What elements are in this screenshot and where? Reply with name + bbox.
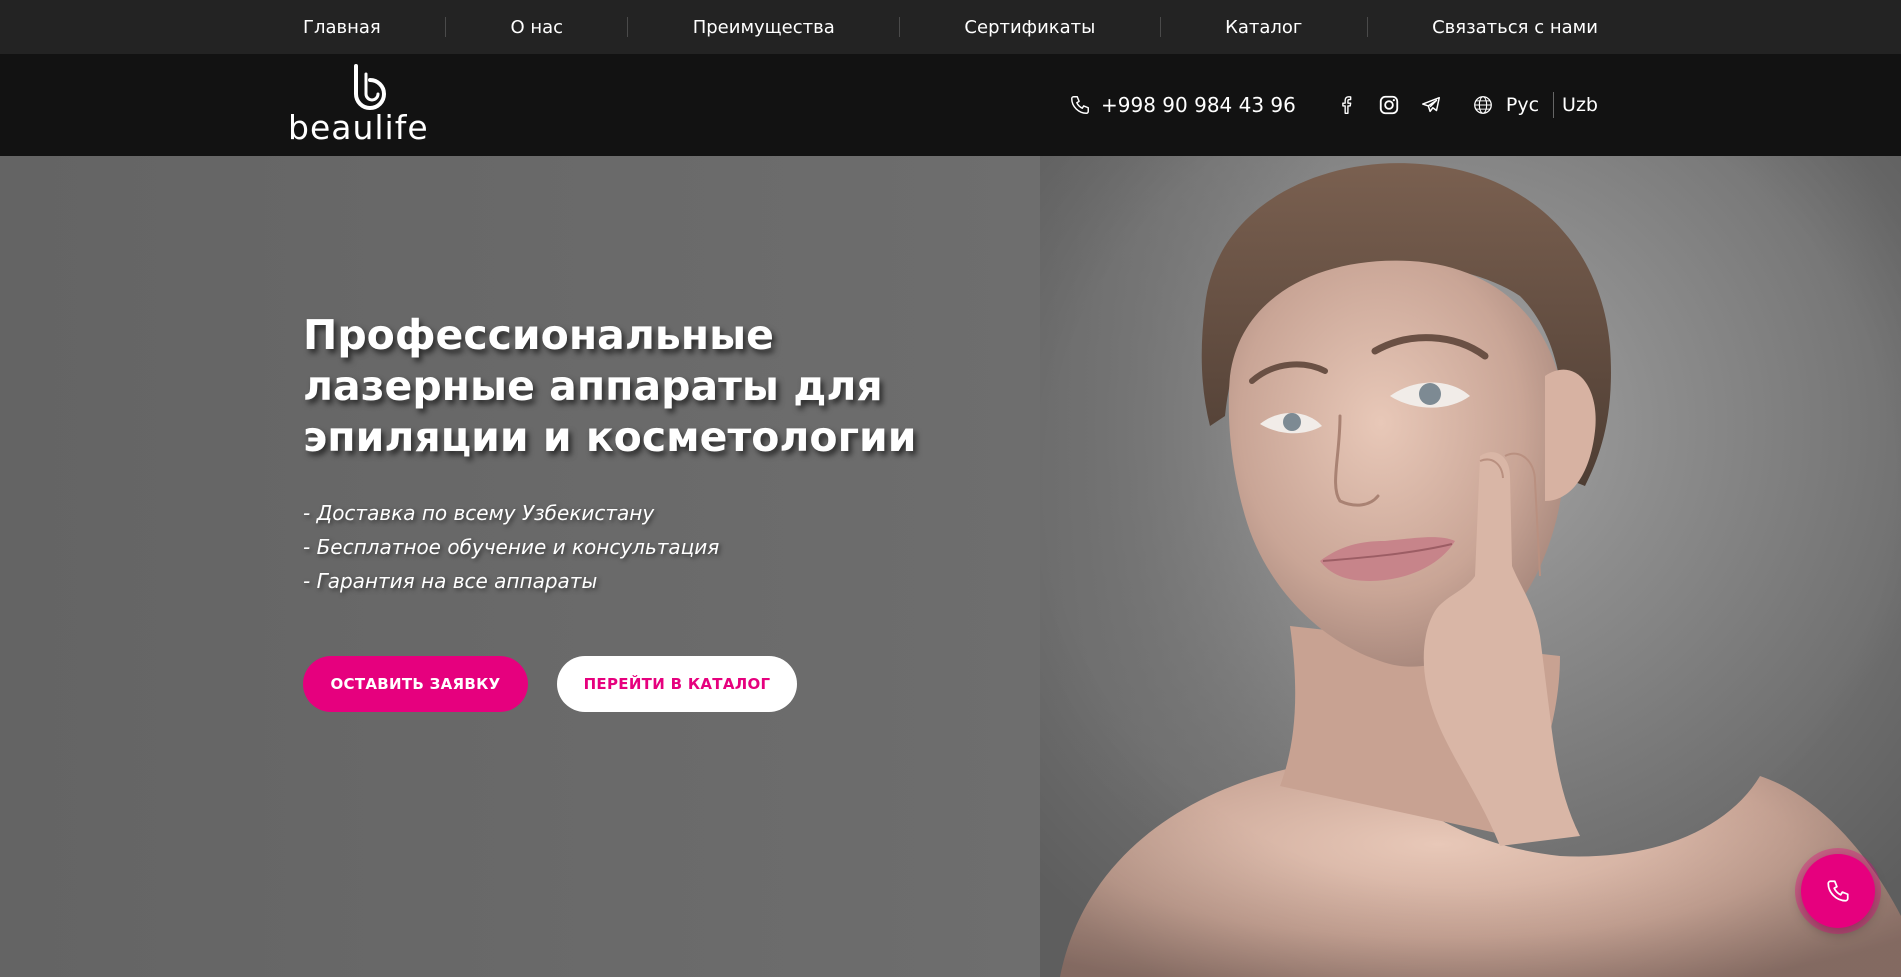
hero-portrait-image — [1040, 156, 1901, 977]
nav-divider — [445, 17, 447, 37]
nav-item-about[interactable]: О нас — [510, 17, 563, 38]
nav-divider — [1366, 17, 1368, 37]
nav-divider — [1159, 17, 1161, 37]
language-option-ru[interactable]: Рус — [1506, 94, 1539, 116]
phone-icon — [1069, 94, 1091, 116]
submit-request-button[interactable]: ОСТАВИТЬ ЗАЯВКУ — [303, 656, 528, 712]
top-nav: Главная О нас Преимущества Сертификаты К… — [0, 0, 1901, 54]
instagram-icon[interactable] — [1378, 94, 1400, 116]
logo-text: beaulife — [288, 108, 429, 147]
language-option-uz[interactable]: Uzb — [1562, 94, 1598, 116]
language-divider — [1553, 92, 1555, 118]
globe-icon — [1472, 94, 1494, 116]
hero-section: Профессиональные лазерные аппараты для э… — [0, 156, 1901, 977]
nav-divider — [899, 17, 901, 37]
site-header: beaulife +998 90 984 43 96 Рус Uzb — [0, 54, 1901, 156]
nav-item-certificates[interactable]: Сертификаты — [964, 17, 1095, 38]
facebook-icon[interactable] — [1336, 94, 1358, 116]
nav-list: Главная О нас Преимущества Сертификаты К… — [303, 0, 1598, 54]
nav-item-home[interactable]: Главная — [303, 17, 381, 38]
nav-item-catalog[interactable]: Каталог — [1225, 17, 1302, 38]
go-to-catalog-button[interactable]: ПЕРЕЙТИ В КАТАЛОГ — [557, 656, 797, 712]
hero-benefits-list: - Доставка по всему Узбекистану - Беспла… — [303, 496, 719, 598]
telegram-icon[interactable] — [1420, 94, 1442, 116]
benefit-item: - Бесплатное обучение и консультация — [303, 535, 720, 559]
nav-divider — [627, 17, 629, 37]
nav-item-contact[interactable]: Связаться с нами — [1432, 17, 1598, 38]
nav-item-advantages[interactable]: Преимущества — [693, 17, 835, 38]
logo[interactable]: beaulife — [286, 64, 452, 148]
phone-number-link[interactable]: +998 90 984 43 96 — [1101, 93, 1296, 117]
floating-call-button[interactable] — [1801, 854, 1875, 928]
benefit-item: - Гарантия на все аппараты — [303, 569, 598, 593]
header-contacts: +998 90 984 43 96 Рус Uzb — [1069, 54, 1598, 156]
hero-title: Профессиональные лазерные аппараты для э… — [303, 311, 917, 461]
benefit-item: - Доставка по всему Узбекистану — [303, 501, 655, 525]
logo-mark-icon — [354, 64, 387, 110]
phone-icon — [1827, 880, 1849, 902]
